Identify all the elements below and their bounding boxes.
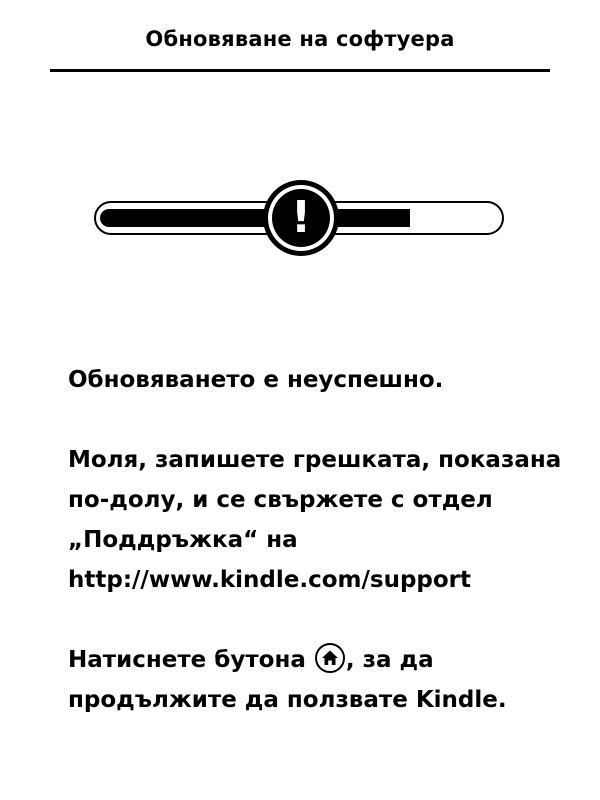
- error-message: Обновяването е неуспешно. Моля, запишете…: [68, 360, 568, 720]
- instructions-line-3: „Поддръжка“ на: [68, 527, 298, 553]
- support-url: http://www.kindle.com/support: [68, 567, 472, 593]
- exclamation-glyph: !: [272, 189, 330, 247]
- home-instruction-before: Натиснете бутона: [68, 647, 314, 673]
- instructions-line-1: Моля, запишете грешката, показана: [68, 447, 562, 473]
- home-icon: [314, 643, 345, 673]
- exclamation-circle-icon: !: [263, 180, 339, 256]
- home-instruction-line-2: продължите да ползвате Kindle.: [68, 687, 507, 713]
- instructions-line-2: по-долу, и се свържете с отдел: [68, 487, 493, 513]
- update-progress: !: [92, 180, 508, 256]
- page-title: Обновяване на софтуера: [145, 27, 455, 51]
- header: Обновяване на софтуера: [0, 0, 600, 72]
- header-divider: [50, 69, 550, 72]
- home-instruction-line-1: Натиснете бутона , за да: [68, 640, 568, 680]
- home-instruction-after: , за да: [345, 647, 434, 673]
- failure-text: Обновяването е неуспешно.: [68, 367, 444, 393]
- progress-fill: [100, 209, 410, 227]
